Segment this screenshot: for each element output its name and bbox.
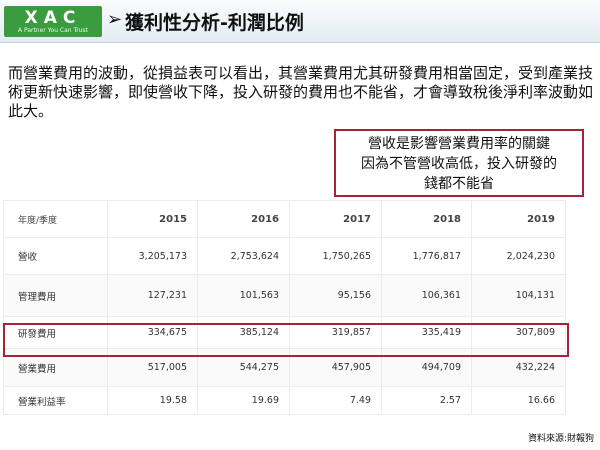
source-note: 資料來源:財報狗 xyxy=(527,434,594,444)
table-header-row: 年度/季度 2015 2016 2017 2018 2019 xyxy=(3,200,566,238)
table-cell: 19.58 xyxy=(107,386,198,415)
row-label: 營業利益率 xyxy=(3,386,108,415)
table-cell: 106,361 xyxy=(381,274,472,317)
column-header: 2019 xyxy=(471,200,566,238)
table-row: 營收 3,205,173 2,753,624 1,750,265 1,776,8… xyxy=(3,237,566,275)
title-arrow-icon: ➢ xyxy=(107,9,123,30)
financial-table: 年度/季度 2015 2016 2017 2018 2019 營收 3,205,… xyxy=(3,200,566,415)
table-cell: 2,753,624 xyxy=(197,237,290,275)
table-cell: 457,905 xyxy=(289,348,382,387)
table-cell: 2,024,230 xyxy=(471,237,566,275)
intro-paragraph: 而營業費用的波動，從損益表可以看出，其營業費用尤其研發費用相當固定，受到產業技術… xyxy=(8,64,594,120)
callout-line: 錢都不能省 xyxy=(424,176,494,192)
table-cell: 385,124 xyxy=(197,316,290,349)
slide-header: XAC A Partner You Can Trust ➢ 獲利性分析-利潤比例 xyxy=(0,0,600,43)
column-header: 年度/季度 xyxy=(3,200,108,238)
table-cell: 19.69 xyxy=(197,386,290,415)
column-header: 2015 xyxy=(107,200,198,238)
row-label: 營業費用 xyxy=(3,348,108,387)
table-cell: 127,231 xyxy=(107,274,198,317)
table-cell: 335,419 xyxy=(381,316,472,349)
table-row: 管理費用 127,231 101,563 95,156 106,361 104,… xyxy=(3,274,566,317)
logo-text: XAC xyxy=(24,8,82,28)
table-cell: 16.66 xyxy=(471,386,566,415)
column-header: 2016 xyxy=(197,200,290,238)
row-label: 營收 xyxy=(3,237,108,275)
table-cell: 1,776,817 xyxy=(381,237,472,275)
row-label: 管理費用 xyxy=(3,274,108,317)
table-cell: 1,750,265 xyxy=(289,237,382,275)
callout-line: 營收是影響營業費用率的關鍵 xyxy=(368,136,550,152)
table-cell: 544,275 xyxy=(197,348,290,387)
table-cell: 3,205,173 xyxy=(107,237,198,275)
table-cell: 517,005 xyxy=(107,348,198,387)
row-label: 研發費用 xyxy=(3,316,108,349)
callout-line: 因為不管營收高低，投入研發的 xyxy=(361,156,557,172)
table-cell: 101,563 xyxy=(197,274,290,317)
column-header: 2018 xyxy=(381,200,472,238)
table-cell: 494,709 xyxy=(381,348,472,387)
callout-box: 營收是影響營業費用率的關鍵 因為不管營收高低，投入研發的 錢都不能省 xyxy=(334,129,584,197)
table-cell: 432,224 xyxy=(471,348,566,387)
column-header: 2017 xyxy=(289,200,382,238)
table-cell: 334,675 xyxy=(107,316,198,349)
table-row: 營業費用 517,005 544,275 457,905 494,709 432… xyxy=(3,348,566,387)
table-cell: 95,156 xyxy=(289,274,382,317)
table-row: 營業利益率 19.58 19.69 7.49 2.57 16.66 xyxy=(3,386,566,415)
table-cell: 104,131 xyxy=(471,274,566,317)
company-logo: XAC A Partner You Can Trust xyxy=(4,6,102,37)
table-row: 研發費用 334,675 385,124 319,857 335,419 307… xyxy=(3,316,566,349)
table-cell: 2.57 xyxy=(381,386,472,415)
logo-tagline: A Partner You Can Trust xyxy=(17,27,89,34)
table-cell: 319,857 xyxy=(289,316,382,349)
table-cell: 7.49 xyxy=(289,386,382,415)
slide-title: 獲利性分析-利潤比例 xyxy=(125,12,304,34)
table-cell: 307,809 xyxy=(471,316,566,349)
